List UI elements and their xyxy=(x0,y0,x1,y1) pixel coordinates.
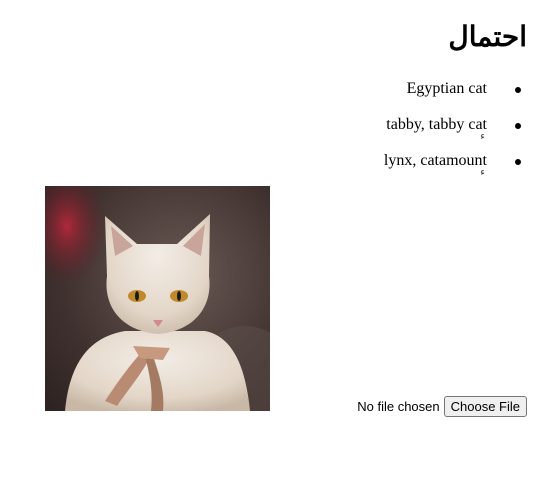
file-status: No file chosen xyxy=(357,399,440,414)
cat-image xyxy=(45,186,270,411)
list-item: Egyptian cat xyxy=(384,78,521,114)
bullet-icon xyxy=(515,123,521,129)
prediction-mark: ء xyxy=(480,131,485,142)
page-title: احتمال xyxy=(448,22,527,53)
prediction-label: Egyptian cat xyxy=(406,80,487,97)
choose-file-button[interactable]: Choose File xyxy=(443,396,527,417)
prediction-list: Egyptian cat ء tabby, tabby cat ء lynx, … xyxy=(383,78,521,186)
list-item: ء tabby, tabby cat xyxy=(384,114,521,150)
list-item: ء lynx, catamount xyxy=(383,150,521,186)
bullet-icon xyxy=(515,87,521,93)
file-input: No file chosen Choose File xyxy=(357,396,527,417)
prediction-label: lynx, catamount xyxy=(383,152,487,169)
page: احتمال Egyptian cat ء tabby, tabby cat ء… xyxy=(0,0,535,479)
cat-illustration xyxy=(45,186,270,411)
prediction-label: tabby, tabby cat xyxy=(386,116,487,133)
bullet-icon xyxy=(515,159,521,165)
prediction-mark: ء xyxy=(480,167,485,178)
